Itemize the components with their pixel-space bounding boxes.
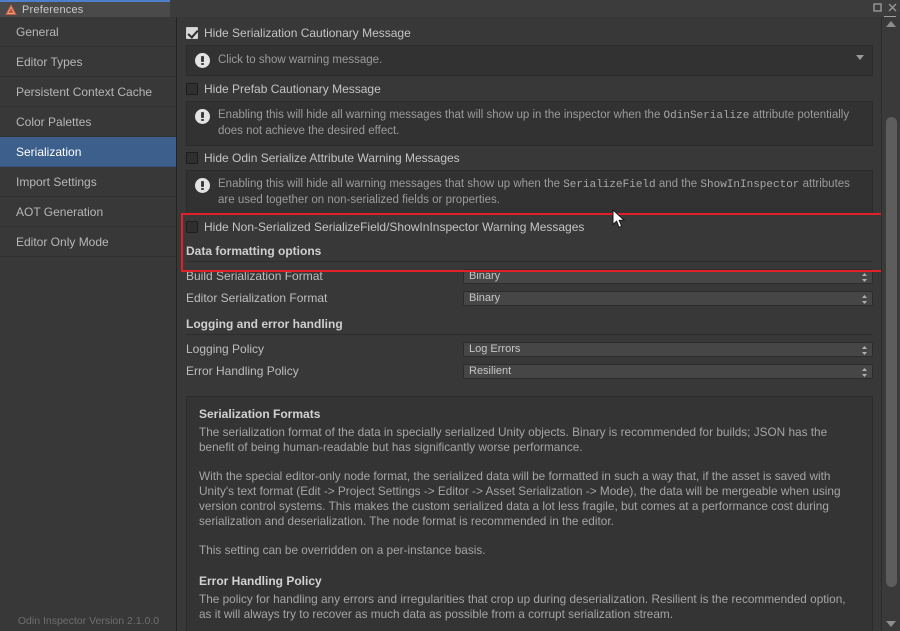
toggle-hide-serialization-cautionary[interactable]: Hide Serialization Cautionary Message [182,24,877,42]
toggle-label: Hide Non-Serialized SerializeField/ShowI… [204,220,585,234]
stepper-arrows-icon[interactable] [861,345,868,356]
odin-triangle-logo-icon [5,3,17,16]
field-label: Editor Serialization Format [186,291,328,305]
checkbox-unchecked-icon[interactable] [186,152,198,164]
stepper-arrows-icon[interactable] [861,272,868,283]
info-text-part2: and the [655,178,701,190]
info-text-part1: Enabling this will hide all warning mess… [218,109,664,121]
preferences-tab[interactable]: Preferences [0,0,170,17]
stepper-arrows-icon[interactable] [861,294,868,305]
tab-title: Preferences [22,3,84,16]
close-x-icon[interactable] [888,1,897,12]
dropdown-logging-policy[interactable]: Log Errors [463,341,873,357]
maximize-icon[interactable] [873,1,882,12]
scrollbar-thumb[interactable] [886,117,897,587]
checkbox-checked-icon[interactable] [186,27,198,39]
docs-paragraph-1: The serialization format of the data in … [199,425,828,454]
dropdown-build-serialization-format[interactable]: Binary [463,268,873,284]
version-label: Odin Inspector Version 2.1.0.0 [17,615,160,627]
info-text: Click to show warning message. [218,53,383,66]
mouse-pointer-icon [612,208,626,229]
info-box-odin-serialize: Enabling this will hide all warning mess… [186,170,873,215]
sidebar-item-editor-only-mode[interactable]: Editor Only Mode [0,227,176,257]
toggle-hide-odin-serialize-attribute-warnings[interactable]: Hide Odin Serialize Attribute Warning Me… [182,149,877,167]
caret-down-icon[interactable] [856,55,864,60]
dropdown-editor-serialization-format[interactable]: Binary [463,290,873,306]
sidebar-item-editor-types[interactable]: Editor Types [0,47,176,77]
sidebar-item-persistent-context-cache[interactable]: Persistent Context Cache [0,77,176,107]
toggle-label: Hide Prefab Cautionary Message [204,82,381,96]
field-error-handling-policy: Error Handling Policy Resilient [186,361,873,380]
docs-paragraph-2: With the special editor-only node format… [199,469,841,528]
code-token-showininspector: ShowInInspector [700,179,800,191]
section-header-data-formatting: Data formatting options [186,244,873,262]
stepper-arrows-icon[interactable] [861,367,868,378]
docs-paragraph-4: The policy for handling any errors and i… [199,592,846,621]
info-exclamation-icon [195,178,210,193]
code-token-serializefield: SerializeField [563,179,656,191]
field-label: Error Handling Policy [186,364,299,378]
toggle-hide-prefab-cautionary[interactable]: Hide Prefab Cautionary Message [182,80,877,98]
section-header-logging-and-error-handling: Logging and error handling [186,317,873,335]
window-controls [873,1,897,12]
code-token-odinserialize: OdinSerialize [663,110,750,122]
docs-heading-error-handling-policy: Error Handling Policy [199,574,322,588]
info-box-prefab: Enabling this will hide all warning mess… [186,101,873,146]
info-exclamation-icon [195,109,210,124]
field-editor-serialization-format: Editor Serialization Format Binary [186,288,873,307]
field-logging-policy: Logging Policy Log Errors [186,339,873,358]
docs-paragraph-3: This setting can be overridden on a per-… [199,543,486,557]
triangle-up-icon[interactable] [886,21,896,27]
info-box-click-to-show[interactable]: Click to show warning message. [186,45,873,76]
toggle-hide-non-serialized-warnings[interactable]: Hide Non-Serialized SerializeField/ShowI… [182,218,877,236]
info-text: Enabling this will hide all warning mess… [218,177,864,207]
checkbox-unchecked-icon[interactable] [186,221,198,233]
sidebar-item-aot-generation[interactable]: AOT Generation [0,197,176,227]
sidebar-item-color-palettes[interactable]: Color Palettes [0,107,176,137]
docs-heading-serialization-formats: Serialization Formats [199,407,321,421]
toggle-label: Hide Odin Serialize Attribute Warning Me… [204,151,460,165]
sidebar-item-serialization[interactable]: Serialization [0,137,176,167]
title-bar: Preferences [0,0,900,22]
dropdown-value: Binary [469,270,501,282]
field-build-serialization-format: Build Serialization Format Binary [186,266,873,285]
info-exclamation-icon [195,53,210,68]
sidebar: General Editor Types Persistent Context … [0,17,177,631]
dropdown-value: Binary [469,292,501,304]
dropdown-error-handling-policy[interactable]: Resilient [463,363,873,379]
preferences-window: Preferences General Editor Types Persist… [0,0,900,631]
documentation-panel: Serialization Formats The serialization … [186,396,873,631]
main-panel: Hide Serialization Cautionary Message Cl… [178,17,881,631]
triangle-down-icon[interactable] [886,621,896,627]
sidebar-item-general[interactable]: General [0,17,176,47]
toggle-label: Hide Serialization Cautionary Message [204,26,411,40]
sidebar-item-import-settings[interactable]: Import Settings [0,167,176,197]
info-text: Enabling this will hide all warning mess… [218,108,864,138]
dropdown-value: Log Errors [469,343,521,355]
checkbox-unchecked-icon[interactable] [186,83,198,95]
dropdown-value: Resilient [469,365,512,377]
info-text-part1: Enabling this will hide all warning mess… [218,178,564,190]
field-label: Logging Policy [186,342,265,356]
field-label: Build Serialization Format [186,269,323,283]
vertical-scrollbar[interactable] [881,17,900,631]
